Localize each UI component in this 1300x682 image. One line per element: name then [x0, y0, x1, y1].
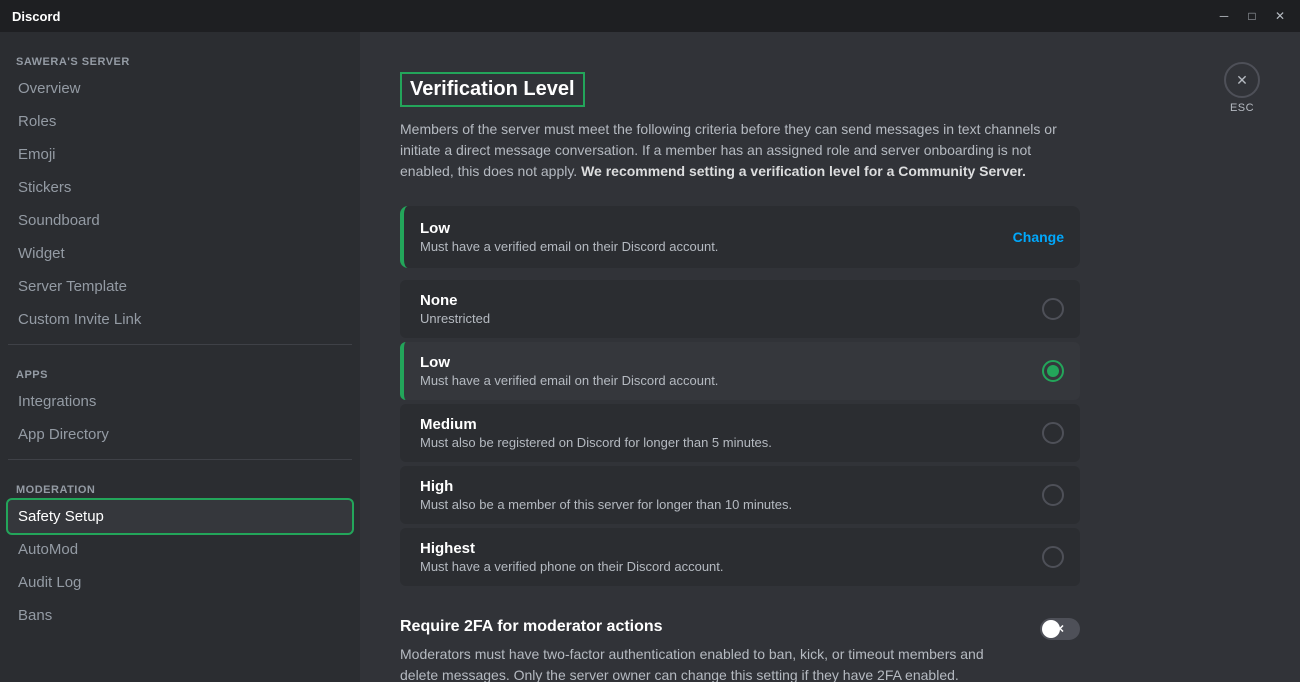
- esc-label: ESC: [1230, 102, 1254, 114]
- close-button[interactable]: ✕: [1272, 8, 1288, 24]
- sidebar-item-bans[interactable]: Bans: [8, 599, 352, 632]
- level-options: None Unrestricted Low Must have a verifi…: [400, 280, 1080, 586]
- current-level-name: Low: [420, 220, 718, 237]
- section-description: Members of the server must meet the foll…: [400, 119, 1080, 182]
- minimize-button[interactable]: ─: [1216, 8, 1232, 24]
- radio-low-inner: [1047, 365, 1059, 377]
- sidebar-item-soundboard[interactable]: Soundboard: [8, 204, 352, 237]
- sidebar-item-app-directory[interactable]: App Directory: [8, 418, 352, 451]
- radio-medium[interactable]: [1042, 422, 1064, 444]
- radio-none[interactable]: [1042, 298, 1064, 320]
- esc-icon[interactable]: ✕: [1224, 62, 1260, 98]
- change-button[interactable]: Change: [1013, 229, 1064, 245]
- section-title: Verification Level: [400, 72, 585, 107]
- sidebar-item-integrations[interactable]: Integrations: [8, 385, 352, 418]
- current-level-info: Low Must have a verified email on their …: [420, 220, 718, 254]
- level-option-low[interactable]: Low Must have a verified email on their …: [400, 342, 1080, 400]
- sidebar-item-emoji[interactable]: Emoji: [8, 138, 352, 171]
- sidebar-item-safety-setup[interactable]: Safety Setup: [8, 500, 352, 533]
- sidebar-divider-1: [8, 344, 352, 345]
- current-level-description: Must have a verified email on their Disc…: [420, 239, 718, 254]
- server-name-label: SAWERA'S SERVER: [8, 40, 352, 72]
- tfa-section: Require 2FA for moderator actions Modera…: [400, 618, 1080, 682]
- tfa-toggle[interactable]: ✕: [1040, 618, 1080, 640]
- sidebar-divider-2: [8, 459, 352, 460]
- tfa-title: Require 2FA for moderator actions: [400, 618, 1016, 636]
- app-title: Discord: [12, 9, 60, 24]
- tfa-row: Require 2FA for moderator actions Modera…: [400, 618, 1080, 682]
- tfa-description: Moderators must have two-factor authenti…: [400, 644, 1016, 682]
- sidebar-item-overview[interactable]: Overview: [8, 72, 352, 105]
- titlebar: Discord ─ □ ✕: [0, 0, 1300, 32]
- radio-highest[interactable]: [1042, 546, 1064, 568]
- level-option-highest[interactable]: Highest Must have a verified phone on th…: [400, 528, 1080, 586]
- level-option-high[interactable]: High Must also be a member of this serve…: [400, 466, 1080, 524]
- sidebar-item-audit-log[interactable]: Audit Log: [8, 566, 352, 599]
- level-option-medium[interactable]: Medium Must also be registered on Discor…: [400, 404, 1080, 462]
- sidebar-item-custom-invite[interactable]: Custom Invite Link: [8, 303, 352, 336]
- esc-button[interactable]: ✕ ESC: [1224, 62, 1260, 114]
- toggle-icon: ✕: [1055, 623, 1064, 636]
- sidebar: SAWERA'S SERVER Overview Roles Emoji Sti…: [0, 32, 360, 682]
- level-option-none[interactable]: None Unrestricted: [400, 280, 1080, 338]
- app-body: SAWERA'S SERVER Overview Roles Emoji Sti…: [0, 32, 1300, 682]
- section-apps-label: APPS: [8, 353, 352, 385]
- window-controls: ─ □ ✕: [1216, 8, 1288, 24]
- sidebar-item-server-template[interactable]: Server Template: [8, 270, 352, 303]
- current-level-card: Low Must have a verified email on their …: [400, 206, 1080, 268]
- main-content: ✕ ESC Verification Level Members of the …: [360, 32, 1300, 682]
- radio-high[interactable]: [1042, 484, 1064, 506]
- maximize-button[interactable]: □: [1244, 8, 1260, 24]
- sidebar-item-automod[interactable]: AutoMod: [8, 533, 352, 566]
- sidebar-item-widget[interactable]: Widget: [8, 237, 352, 270]
- sidebar-item-roles[interactable]: Roles: [8, 105, 352, 138]
- radio-low[interactable]: [1042, 360, 1064, 382]
- tfa-text: Require 2FA for moderator actions Modera…: [400, 618, 1016, 682]
- sidebar-item-stickers[interactable]: Stickers: [8, 171, 352, 204]
- section-moderation-label: MODERATION: [8, 468, 352, 500]
